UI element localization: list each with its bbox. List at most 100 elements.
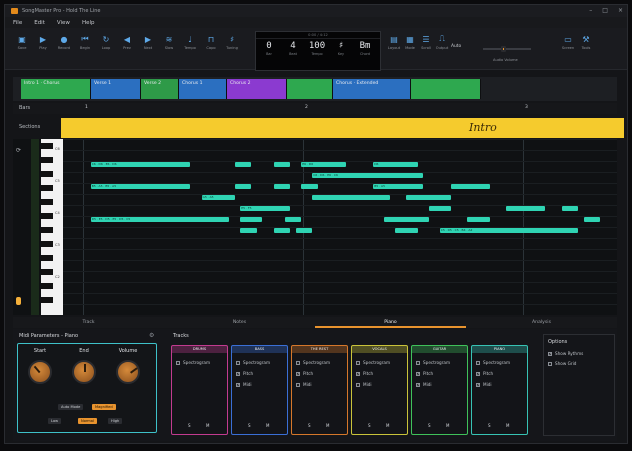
midi-note[interactable]: D6 <box>373 162 418 167</box>
tab-notes[interactable]: Notes <box>164 317 315 328</box>
black-key[interactable] <box>41 199 53 205</box>
checkbox[interactable] <box>548 361 552 366</box>
track-option[interactable]: Spectrogram <box>296 360 330 365</box>
checkbox[interactable] <box>476 360 480 365</box>
checkbox[interactable] <box>296 360 300 365</box>
checkbox[interactable] <box>356 360 360 365</box>
midi-note[interactable]: G5 · A5 <box>201 195 235 200</box>
track-option[interactable]: Spectrogram <box>416 360 450 365</box>
mode-pill[interactable]: Magnified <box>92 404 116 410</box>
mute-button[interactable]: M <box>446 423 449 428</box>
black-key[interactable] <box>41 283 53 289</box>
section-segment[interactable] <box>411 79 481 99</box>
midi-note[interactable] <box>467 217 490 222</box>
midi-note[interactable] <box>273 184 291 189</box>
checkbox[interactable]: ✓ <box>236 382 240 387</box>
solo-button[interactable]: S <box>428 423 431 428</box>
track-option[interactable]: Spectrogram <box>476 360 510 365</box>
tab-piano[interactable]: Piano <box>315 317 466 328</box>
solo-button[interactable]: S <box>308 423 311 428</box>
checkbox[interactable] <box>416 360 420 365</box>
option-item[interactable]: Show Grid <box>548 361 576 366</box>
output-button[interactable]: ⎍ Output <box>431 34 453 50</box>
black-key[interactable] <box>41 227 53 233</box>
track-option[interactable]: ✓ Pitch <box>476 371 493 376</box>
midi-note[interactable] <box>583 217 601 222</box>
track-option[interactable]: ✓ Pitch <box>416 371 433 376</box>
midi-note[interactable]: E5 · F5 <box>240 206 291 211</box>
midi-note[interactable] <box>284 217 302 222</box>
solo-button[interactable]: S <box>248 423 251 428</box>
next-button[interactable]: ▶ Next <box>137 34 159 51</box>
piano-keyboard[interactable]: C6 C5 C4 C3 C2 <box>41 139 63 315</box>
midi-note[interactable] <box>395 228 418 233</box>
checkbox[interactable] <box>356 382 360 387</box>
tab-analysis[interactable]: Analysis <box>466 317 617 328</box>
black-key[interactable] <box>41 157 53 163</box>
midi-note[interactable] <box>295 228 313 233</box>
midi-note[interactable]: B5 · A5 · B5 · A5 <box>90 184 191 189</box>
checkbox[interactable]: ✓ <box>548 351 552 356</box>
menu-edit[interactable]: Edit <box>34 20 45 26</box>
midi-note[interactable] <box>234 162 252 167</box>
track-option[interactable]: Spectrogram <box>176 360 210 365</box>
track-option[interactable]: Spectrogram <box>356 360 390 365</box>
solo-button[interactable]: S <box>188 423 191 428</box>
black-key[interactable] <box>41 171 53 177</box>
piano-roll[interactable]: C6 C5 C4 C3 C2 C6 · D6 · E6 · D6 E6 · D6 D6 C6 … <box>13 139 617 315</box>
checkbox[interactable]: ✓ <box>296 371 300 376</box>
black-key[interactable] <box>41 297 53 303</box>
black-key[interactable] <box>41 255 53 261</box>
range-pill[interactable]: Normal <box>78 418 98 424</box>
midi-note[interactable] <box>234 184 252 189</box>
black-key[interactable] <box>41 143 53 149</box>
black-key[interactable] <box>41 269 53 275</box>
checkbox[interactable]: ✓ <box>476 382 480 387</box>
black-key[interactable] <box>41 213 53 219</box>
loop-button[interactable]: ↻ Loop <box>95 34 117 51</box>
midi-note[interactable]: E6 · D6 <box>301 162 346 167</box>
rewind-button[interactable]: ⏮ Begin <box>74 34 96 50</box>
track-option[interactable]: ✓ Pitch <box>296 371 313 376</box>
midi-note[interactable]: C6 · D6 · E6 · C6 <box>312 173 424 178</box>
midi-note[interactable] <box>506 206 545 211</box>
start-knob[interactable] <box>28 360 52 384</box>
option-item[interactable]: ✓ Show Rythms <box>548 351 583 356</box>
black-key[interactable] <box>41 185 53 191</box>
checkbox[interactable] <box>296 382 300 387</box>
close-button[interactable]: × <box>618 7 623 14</box>
section-segment[interactable]: Chorus · Extended <box>333 79 411 99</box>
menu-view[interactable]: View <box>57 20 70 26</box>
track-option[interactable]: Spectrogram <box>236 360 270 365</box>
track-option[interactable]: ✓ Pitch <box>356 371 373 376</box>
midi-note[interactable] <box>240 228 257 233</box>
checkbox[interactable]: ✓ <box>356 371 360 376</box>
track-option[interactable]: ✓ Midi <box>476 382 492 387</box>
midi-note[interactable] <box>384 217 429 222</box>
checkbox[interactable] <box>236 360 240 365</box>
end-knob[interactable] <box>72 360 96 384</box>
record-button[interactable]: ● Record <box>53 34 75 51</box>
capo-button[interactable]: ⊓ Capo <box>200 34 222 51</box>
solo-button[interactable]: S <box>368 423 371 428</box>
solo-button[interactable]: S <box>488 423 491 428</box>
track-option[interactable]: Midi <box>296 382 312 387</box>
save-button[interactable]: ▣ Save <box>11 34 33 51</box>
midi-note[interactable] <box>273 162 291 167</box>
midi-note[interactable]: C5 · D5 · C5 · B4 · A4 <box>439 228 579 233</box>
section-timeline[interactable]: Intro 1 · Chorus Verse 1 Verse 2 Chorus 1 Ch… <box>13 77 617 101</box>
section-segment[interactable]: Verse 1 <box>91 79 141 99</box>
midi-note[interactable]: D5 · E5 · D5 · E5 · D5 · C5 <box>90 217 230 222</box>
mute-button[interactable]: M <box>326 423 329 428</box>
tempo-button[interactable]: ♩ Tempo <box>179 34 201 51</box>
midi-note[interactable] <box>428 206 451 211</box>
lock-icon[interactable]: ⟳ <box>16 147 21 154</box>
speed-button[interactable]: ≋ Slow <box>158 34 180 51</box>
track-option[interactable]: ✓ Midi <box>416 382 432 387</box>
track-option[interactable]: ✓ Pitch <box>236 371 253 376</box>
midi-note[interactable] <box>406 195 451 200</box>
section-segment[interactable] <box>287 79 333 99</box>
section-segment[interactable]: Intro 1 · Chorus <box>21 79 91 99</box>
track-option[interactable]: Midi <box>356 382 372 387</box>
tab-track[interactable]: Track <box>13 317 164 328</box>
